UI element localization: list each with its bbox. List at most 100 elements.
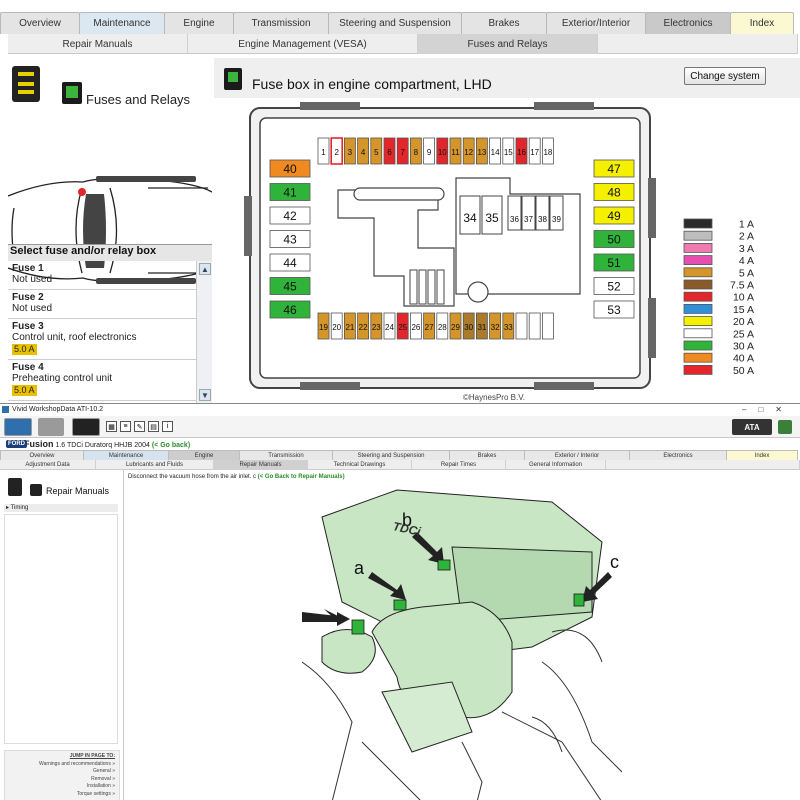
fuse-description: Preheating control unit <box>12 373 113 384</box>
fuse-list-item[interactable]: Fuse 1 Not used <box>8 261 196 290</box>
engine-vacuum-hose-illustration: a b c TDCi <box>302 489 622 800</box>
subtab-repair-times[interactable]: Repair Times <box>412 460 506 470</box>
tab-maintenance[interactable]: Maintenance <box>83 450 169 460</box>
scroll-up-icon[interactable]: ▲ <box>199 263 211 275</box>
subtab-repair-manuals[interactable]: Repair Manuals <box>214 460 308 470</box>
window-title: Vivid WorkshopData ATI-10.2 <box>12 406 104 413</box>
go-back-link[interactable]: (< Go back) <box>152 442 190 449</box>
list-icon[interactable]: ≡ <box>120 421 131 432</box>
window-controls[interactable]: –□✕ <box>742 404 794 416</box>
toolbar: ▦ ≡ ✎ ▤ i ATA <box>0 416 800 438</box>
tree-item-timing[interactable]: ▸ Timing <box>4 504 118 512</box>
fuse-label: 21 <box>345 323 354 332</box>
go-back-repair-manuals-link[interactable]: (< Go Back to Repair Manuals) <box>258 474 345 480</box>
tab-electronics[interactable]: Electronics <box>629 450 727 460</box>
tab-brakes[interactable]: Brakes <box>461 12 547 34</box>
fuse-label: 4 <box>361 148 366 157</box>
fuse-list: Fuse 1 Not used Fuse 2 Not used Fuse 3 Contro… <box>8 261 196 403</box>
print-icon[interactable]: ▤ <box>148 421 159 432</box>
tab-maintenance[interactable]: Maintenance <box>79 12 165 34</box>
fuse-list-item[interactable]: Fuse 3 Control unit, roof electronics 5.0 … <box>8 319 196 360</box>
jump-link[interactable]: Warnings and recommendations » <box>9 761 115 769</box>
fuse-label: 7 <box>400 148 405 157</box>
jump-in-page-box: JUMP IN PAGE TO: Warnings and recommenda… <box>4 750 120 800</box>
callout-a: a <box>354 558 365 578</box>
module-button[interactable] <box>72 418 100 436</box>
main-tab-bar: Overview Maintenance Engine Transmission Ste… <box>0 12 800 34</box>
relay-36[interactable] <box>507 195 522 231</box>
fuse-slot[interactable] <box>541 312 554 340</box>
jump-link[interactable]: Torque settings » <box>9 791 115 799</box>
fuse-label: 17 <box>530 148 539 157</box>
legend-swatch <box>683 303 713 314</box>
tab-brakes[interactable]: Brakes <box>449 450 525 460</box>
fuse-list-scrollbar[interactable]: ▲ ▼ <box>196 261 212 403</box>
relay-39[interactable] <box>549 195 564 231</box>
fuse-label: 53 <box>607 303 621 317</box>
fuse-slot[interactable] <box>515 312 528 340</box>
relay-label: 35 <box>485 211 499 225</box>
subtab-engine-management-vesa-[interactable]: Engine Management (VESA) <box>188 34 418 54</box>
legend-swatch <box>683 230 713 241</box>
relay-37[interactable] <box>521 195 536 231</box>
vehicle-breadcrumb: FORD Fusion 1.6 TDCi Duratorq HHJB 2004 … <box>0 438 800 450</box>
wrench-icon[interactable]: ✎ <box>134 421 145 432</box>
fuse-description: Not used <box>12 274 53 285</box>
tab-index[interactable]: Index <box>730 12 794 34</box>
tab-exterior-interior[interactable]: Exterior / Interior <box>524 450 630 460</box>
fuse-list-item[interactable]: Fuse 2 Not used <box>8 290 196 319</box>
window-titlebar: Vivid WorkshopData ATI-10.2 –□✕ <box>0 404 800 416</box>
subtab-general-information[interactable]: General Information <box>506 460 606 470</box>
fuse-box-canvas: 1 2 3 4 5 6 7 8 9 10 11 12 13 14 15 16 17 18 19 20 21 22 23 24 2… <box>214 98 800 403</box>
grid-icon[interactable]: ▦ <box>106 421 117 432</box>
fuse-label: 5 <box>374 148 379 157</box>
subtab-adjustment-data[interactable]: Adjustment Data <box>0 460 96 470</box>
fuse-list-item[interactable]: Fuse 4 Preheating control unit 5.0 A <box>8 360 196 401</box>
legend-swatch <box>683 352 713 363</box>
tab-engine[interactable]: Engine <box>164 12 234 34</box>
legend-label: 1 A <box>739 219 754 231</box>
tab-steering-and-suspension[interactable]: Steering and Suspension <box>332 450 450 460</box>
fuse-label: 9 <box>427 148 432 157</box>
jump-link[interactable]: Removal » <box>9 776 115 784</box>
car-selection-button[interactable] <box>4 418 32 436</box>
left-panel-header: Fuses and Relays <box>8 58 212 110</box>
scroll-down-icon[interactable]: ▼ <box>199 389 211 401</box>
tab-overview[interactable]: Overview <box>0 12 80 34</box>
fuse-name: Fuse 2 <box>12 292 44 303</box>
jump-link[interactable]: General » <box>9 768 115 776</box>
legend-swatch <box>683 316 713 327</box>
fuse-label: 33 <box>504 323 513 332</box>
fuse-label: 49 <box>607 209 621 223</box>
tab-steering-and-suspension[interactable]: Steering and Suspension <box>328 12 462 34</box>
relay-38[interactable] <box>535 195 550 231</box>
left-panel-title: Fuses and Relays <box>86 92 191 107</box>
subtab-fuses-and-relays[interactable]: Fuses and Relays <box>418 34 598 54</box>
tab-overview[interactable]: Overview <box>0 450 84 460</box>
legend-swatch <box>683 255 713 266</box>
tab-electronics[interactable]: Electronics <box>645 12 731 34</box>
fuse-slot[interactable] <box>528 312 541 340</box>
subtab-repair-manuals[interactable]: Repair Manuals <box>8 34 188 54</box>
vehicle-button[interactable] <box>38 418 64 436</box>
fuse-description: Control unit, roof electronics <box>12 332 137 343</box>
tab-index[interactable]: Index <box>726 450 798 460</box>
fuse-label: 52 <box>607 280 621 294</box>
subtab-technical-drawings[interactable]: Technical Drawings <box>308 460 412 470</box>
legend-label: 5 A <box>739 267 754 279</box>
select-fuse-heading: Select fuse and/or relay box <box>8 244 212 261</box>
jump-link[interactable]: Installation » <box>9 783 115 791</box>
legend-swatch <box>683 328 713 339</box>
tab-transmission[interactable]: Transmission <box>239 450 333 460</box>
tab-engine[interactable]: Engine <box>168 450 240 460</box>
fuse-icon <box>224 68 242 90</box>
fuse-label: 11 <box>451 148 460 157</box>
relay-label: 34 <box>463 211 477 225</box>
tree-panel <box>4 514 118 744</box>
tab-transmission[interactable]: Transmission <box>233 12 329 34</box>
subtab-lubricants-and-fluids[interactable]: Lubricants and Fluids <box>96 460 214 470</box>
change-system-button[interactable]: Change system <box>684 67 766 85</box>
info-icon[interactable]: i <box>162 421 173 432</box>
tab-exterior-interior[interactable]: Exterior/Interior <box>546 12 646 34</box>
vehicle-model: Fusion <box>24 439 54 449</box>
